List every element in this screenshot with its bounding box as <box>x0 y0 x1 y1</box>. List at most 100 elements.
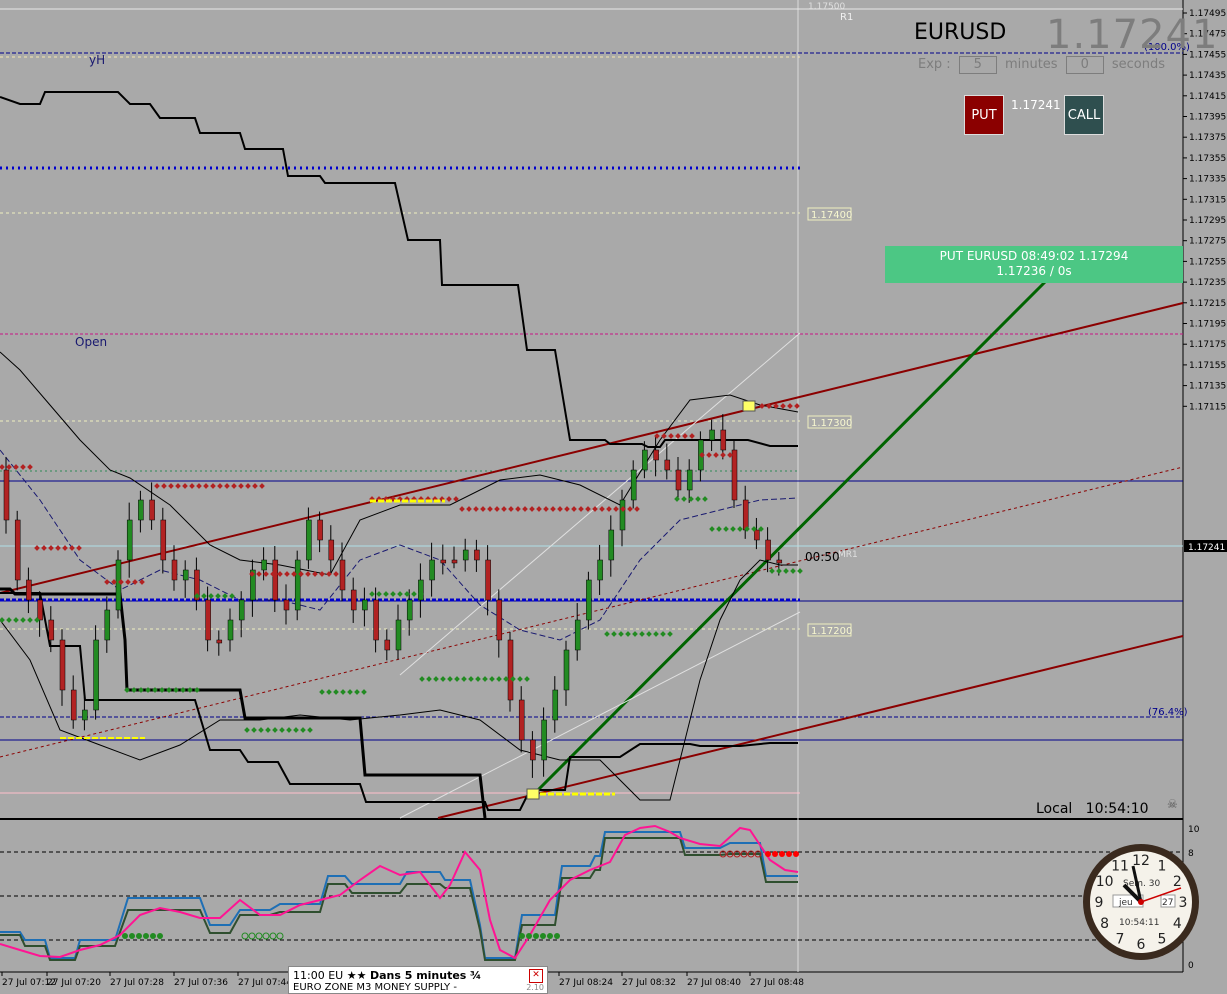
osc-dot <box>554 933 560 939</box>
price-tick-label: 1.17155 <box>1189 361 1226 371</box>
candle-body <box>104 609 111 641</box>
local-time-display: Local 10:54:10 <box>1036 801 1149 817</box>
expiry-row: Exp : 5 minutes 0 seconds <box>918 56 1165 74</box>
candle-body <box>440 559 447 564</box>
osc-dot <box>157 933 163 939</box>
candle-body <box>48 619 55 641</box>
price-tick-label: 1.17395 <box>1189 113 1226 123</box>
candle-body <box>160 519 167 561</box>
osc-dot <box>526 933 532 939</box>
candle-body <box>216 639 223 644</box>
clock-day: jeu <box>1118 898 1133 908</box>
time-tick-label: 27 Jul 07:28 <box>110 978 164 988</box>
candle-body <box>149 499 155 521</box>
osc-dot <box>519 933 525 939</box>
clock-number: 5 <box>1158 931 1167 947</box>
current-price-tag: 1.17241 <box>1188 543 1225 553</box>
exp-minutes-input[interactable]: 5 <box>958 56 997 74</box>
osc-dot <box>533 933 539 939</box>
candle-body <box>429 559 435 581</box>
candle-body <box>563 649 570 691</box>
candle-body <box>395 619 402 651</box>
candle-body <box>686 469 693 491</box>
candle-body <box>182 569 189 581</box>
skull-icon: ☠ <box>1167 797 1178 811</box>
time-tick-label: 27 Jul 08:24 <box>559 978 613 988</box>
candle-body <box>384 639 391 651</box>
candle-body <box>328 539 335 561</box>
candle-body <box>709 429 715 441</box>
osc-dot <box>793 851 799 857</box>
candle-body <box>530 739 536 761</box>
fib-764-label: (76.4%) <box>1148 707 1188 718</box>
candle-body <box>70 689 77 721</box>
clock-number: 6 <box>1137 937 1146 953</box>
osc-dot <box>276 932 284 940</box>
candle-body <box>82 709 88 721</box>
candle-body <box>496 599 503 641</box>
candle-body <box>317 519 323 541</box>
candle-body <box>642 449 648 471</box>
clock-number: 4 <box>1173 916 1182 932</box>
price-tick-label: 1.17175 <box>1189 340 1226 350</box>
price-tick-label: 1.17315 <box>1189 195 1226 205</box>
news-title: Dans 5 minutes <box>369 969 467 982</box>
candle-body <box>765 539 771 561</box>
clock-number: 12 <box>1132 853 1150 869</box>
candle-body <box>619 499 626 531</box>
candle-body <box>541 719 547 761</box>
candle-body <box>597 559 603 581</box>
candle-body <box>485 559 491 601</box>
candle-body <box>630 469 637 501</box>
price-chart[interactable]: 1.17400 1.17300 1.17200 1.17500 R1 (100.… <box>0 0 1227 994</box>
local-time-label: Local <box>1036 801 1073 817</box>
signal-marker-top[interactable] <box>742 400 756 412</box>
candle-body <box>418 579 424 601</box>
candle-body <box>664 459 671 471</box>
osc-blue-line <box>0 831 798 959</box>
osc-dot <box>269 932 277 940</box>
exp-seconds-input[interactable]: 0 <box>1065 56 1104 74</box>
osc-dot <box>540 933 546 939</box>
news-close-icon[interactable]: ✕ <box>529 969 543 983</box>
price-tick-label: 1.17235 <box>1189 278 1226 288</box>
clock-number: 11 <box>1111 859 1129 875</box>
signal-marker-bottom[interactable] <box>526 788 540 800</box>
candle-body <box>507 639 514 701</box>
candle-body <box>406 599 413 621</box>
candle-body <box>776 559 783 564</box>
candle-body <box>451 559 458 564</box>
time-tick-label: 27 Jul 07:20 <box>47 978 101 988</box>
candle-body <box>93 639 99 711</box>
trade-info-box[interactable]: PUT EURUSD 08:49:02 1.17294 1.17236 / 0s <box>885 246 1183 283</box>
clock-number: 1 <box>1158 859 1167 875</box>
candle-body <box>339 559 346 591</box>
local-time-value: 10:54:10 <box>1085 801 1149 817</box>
news-region: EU <box>328 969 344 982</box>
symbol-label: EURUSD <box>914 20 1007 45</box>
osc-dot <box>786 851 792 857</box>
mid-price-label: 1.17241 <box>1011 98 1061 112</box>
news-panel[interactable]: 11:00 EU ★★ Dans 5 minutes ¾ EURO ZONE M… <box>288 966 548 994</box>
level-17200-label: 1.17200 <box>811 626 852 637</box>
news-headline: 11:00 EU ★★ Dans 5 minutes ¾ <box>293 969 481 982</box>
candle-body <box>675 469 682 491</box>
osc-dot <box>772 851 778 857</box>
candle-body <box>205 599 211 641</box>
osc-dot <box>129 933 135 939</box>
osc-axis-0: 0 <box>1188 961 1194 971</box>
time-tick-label: 27 Jul 08:48 <box>750 978 804 988</box>
news-version: 2.10 <box>526 983 544 992</box>
open-label: Open <box>75 335 107 349</box>
candle-body <box>272 559 279 601</box>
osc-dot <box>122 933 128 939</box>
yh-label: yH <box>89 53 105 67</box>
exp-label: Exp : <box>918 57 951 72</box>
put-button[interactable]: PUT <box>964 95 1004 135</box>
candle-body <box>462 549 469 561</box>
time-tick-label: 27 Jul 08:40 <box>687 978 741 988</box>
call-button[interactable]: CALL <box>1064 95 1104 135</box>
candle-body <box>261 559 267 571</box>
news-time: 11:00 <box>293 969 325 982</box>
candle-body <box>306 519 312 561</box>
